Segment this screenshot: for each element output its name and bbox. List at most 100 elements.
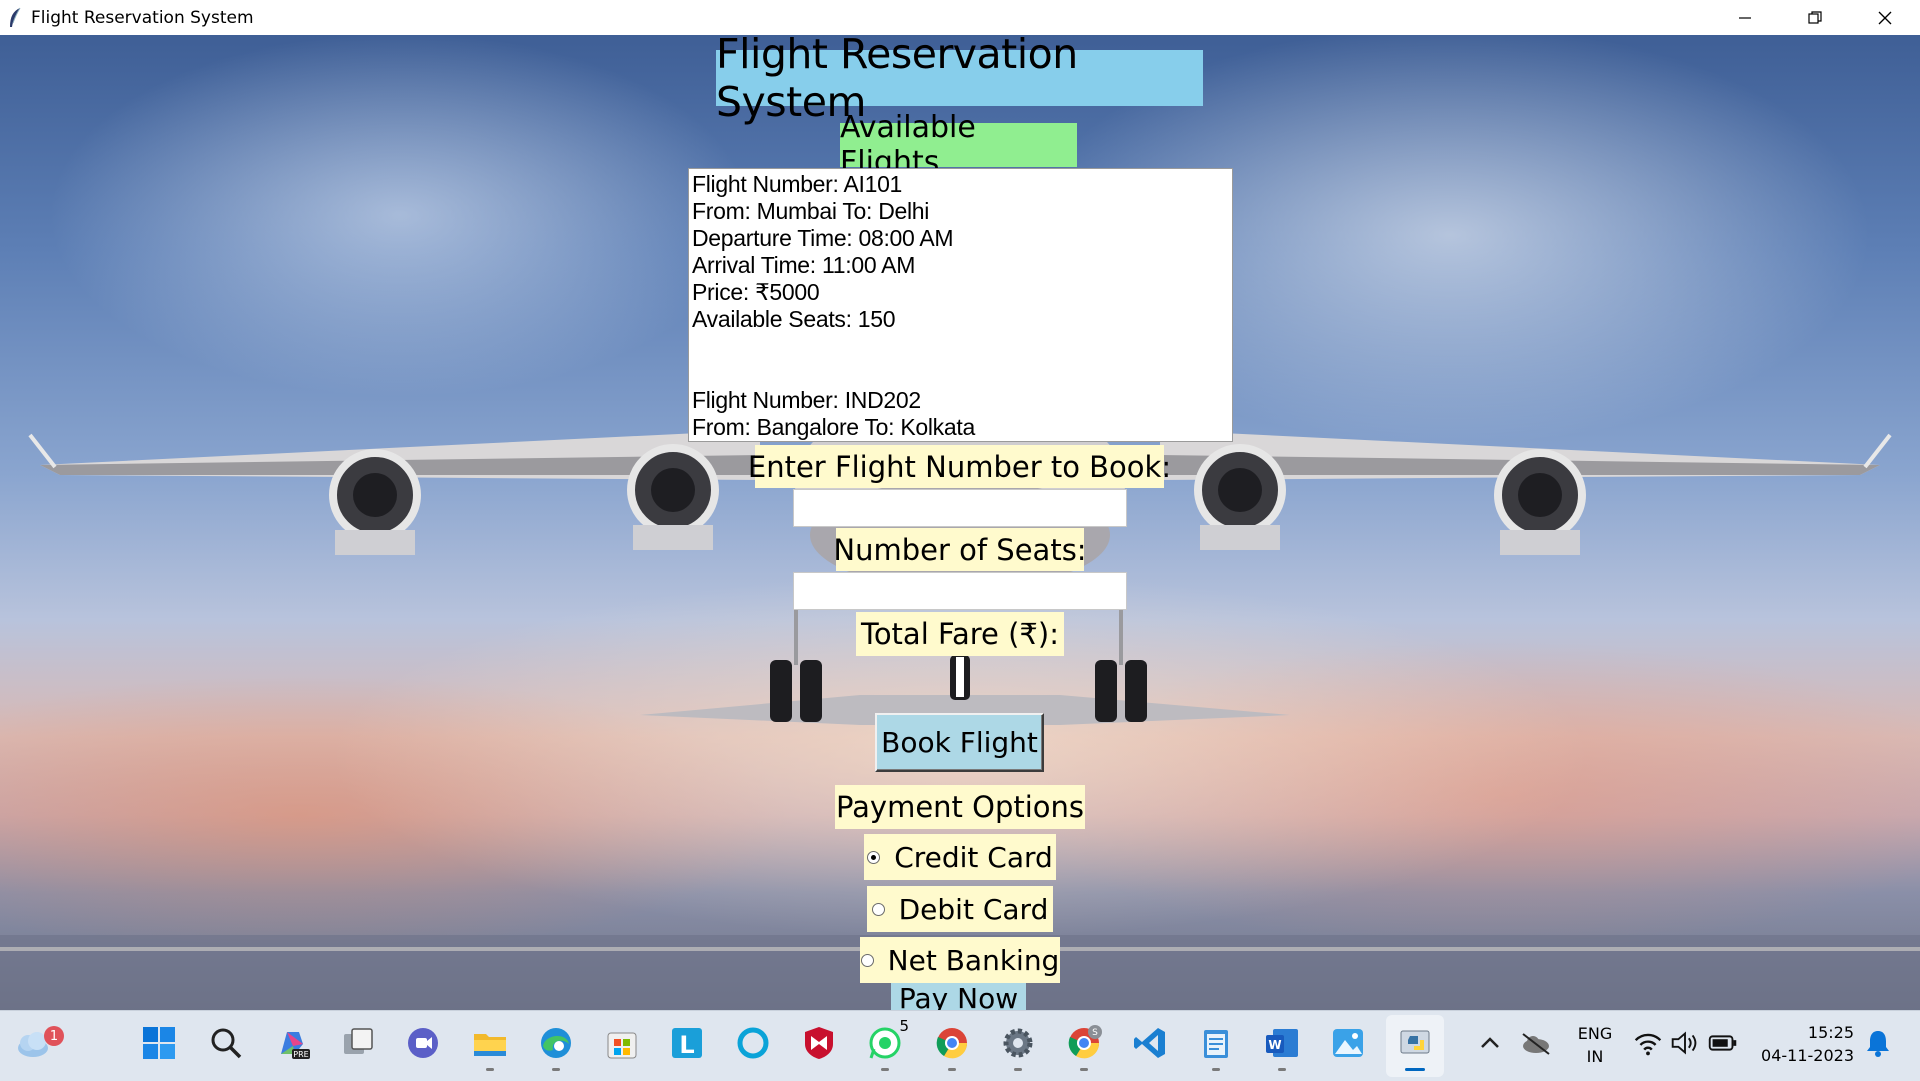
- language-indicator[interactable]: ENG IN: [1573, 1024, 1617, 1066]
- chrome-icon: [936, 1028, 968, 1059]
- show-hidden-icons-button[interactable]: [1470, 1021, 1510, 1065]
- start-button[interactable]: [137, 1021, 181, 1065]
- settings-button[interactable]: [996, 1021, 1040, 1071]
- onedrive-offline-icon: [1522, 1033, 1550, 1055]
- clock-time: 15:25: [1807, 1023, 1854, 1042]
- flight-list-line: Flight Number: IND202: [692, 387, 921, 413]
- launcher-l-icon: L: [672, 1028, 702, 1059]
- teams-chat-button[interactable]: [401, 1021, 445, 1065]
- active-running-indicator: [1405, 1068, 1425, 1071]
- seats-label: Number of Seats:: [833, 528, 1087, 571]
- flight-list-line: Departure Time: 08:00 AM: [692, 225, 954, 251]
- network-button[interactable]: [1630, 1021, 1666, 1065]
- running-indicator: [881, 1068, 889, 1071]
- photos-button[interactable]: [1326, 1021, 1370, 1065]
- radio-credit-card[interactable]: Credit Card: [864, 834, 1056, 880]
- edge-icon: [541, 1028, 571, 1058]
- flight-list-line: Flight Number: AI101: [692, 171, 903, 197]
- minimize-button[interactable]: [1710, 0, 1780, 35]
- close-button[interactable]: [1850, 0, 1920, 35]
- flight-list-line: Price: ₹5000: [692, 279, 820, 305]
- pay-now-button[interactable]: Pay Now: [891, 983, 1026, 1010]
- window-title: Flight Reservation System: [31, 7, 254, 28]
- chrome-profile-button[interactable]: S: [1062, 1021, 1106, 1071]
- region-code: IN: [1586, 1047, 1604, 1066]
- task-view-icon: [344, 1028, 373, 1054]
- search-button[interactable]: [204, 1021, 248, 1065]
- minimize-icon: [1739, 16, 1751, 19]
- radio-indicator: [860, 953, 874, 967]
- launcher-l-button[interactable]: L: [665, 1021, 709, 1065]
- chrome-profile-badge: S: [1092, 1028, 1098, 1038]
- radio-debit-card-label: Debit Card: [898, 892, 1049, 926]
- radio-debit-card[interactable]: Debit Card: [867, 886, 1053, 932]
- radio-net-banking[interactable]: Net Banking: [860, 937, 1060, 983]
- language-code: ENG: [1577, 1024, 1613, 1043]
- seats-input[interactable]: [793, 572, 1127, 610]
- file-explorer-button[interactable]: [468, 1021, 512, 1071]
- whatsapp-badge: 5: [899, 1017, 909, 1035]
- copilot-button[interactable]: PRE: [270, 1021, 314, 1065]
- running-indicator: [948, 1068, 956, 1071]
- flight-number-input[interactable]: [793, 489, 1127, 527]
- microsoft-store-button[interactable]: [600, 1021, 644, 1065]
- notepad-icon: [1204, 1030, 1228, 1058]
- chrome-button[interactable]: [930, 1021, 974, 1071]
- running-indicator: [1080, 1068, 1088, 1071]
- flight-list-textbox[interactable]: Flight Number: AI101 From: Mumbai To: De…: [688, 168, 1233, 442]
- radio-indicator: [871, 902, 885, 916]
- close-icon: [1878, 11, 1892, 24]
- vscode-button[interactable]: [1128, 1021, 1172, 1065]
- whatsapp-button[interactable]: 5: [863, 1017, 909, 1071]
- restore-button[interactable]: [1780, 0, 1850, 35]
- running-indicator: [1278, 1068, 1286, 1071]
- cortana-button[interactable]: [731, 1021, 775, 1065]
- windows-start-icon: [143, 1027, 175, 1059]
- battery-button[interactable]: [1705, 1021, 1741, 1065]
- flight-number-label: Enter Flight Number to Book:: [748, 445, 1171, 488]
- python-icon: [1400, 1030, 1430, 1054]
- flight-list-line: From: Bangalore To: Kolkata: [692, 414, 975, 440]
- chrome-profile-icon: S: [1068, 1025, 1102, 1059]
- svg-text:PRE: PRE: [293, 1050, 308, 1059]
- cortana-icon: [737, 1027, 769, 1059]
- flight-list-line: [692, 360, 1229, 387]
- whatsapp-icon: [869, 1027, 901, 1059]
- book-flight-button[interactable]: Book Flight: [875, 713, 1044, 772]
- weather-widget[interactable]: 1: [10, 1021, 64, 1065]
- teams-chat-icon: [408, 1028, 438, 1058]
- wifi-icon: [1634, 1033, 1662, 1056]
- task-view-button[interactable]: [336, 1021, 380, 1065]
- available-flights-heading: Available Flights: [840, 110, 1077, 180]
- windows-taskbar: 1 PRE L 5 S W ENG IN 15:25 04-11-2023: [0, 1010, 1920, 1081]
- clock-date: 04-11-2023: [1761, 1046, 1854, 1065]
- battery-icon: [1708, 1035, 1737, 1051]
- python-app-button[interactable]: [1393, 1021, 1437, 1071]
- tk-feather-icon: [10, 7, 21, 27]
- svg-text:L: L: [679, 1031, 694, 1059]
- total-fare-label: Total Fare (₹):: [856, 612, 1064, 656]
- search-icon: [211, 1028, 242, 1059]
- edge-button[interactable]: [534, 1021, 578, 1071]
- chevron-up-icon: [1481, 1037, 1499, 1048]
- payment-options-heading: Payment Options: [835, 785, 1085, 829]
- clock[interactable]: 15:25 04-11-2023: [1754, 1023, 1854, 1065]
- mcafee-button[interactable]: [797, 1021, 841, 1065]
- notifications-button[interactable]: [1858, 1021, 1898, 1065]
- flight-list-line: Available Seats: 150: [692, 306, 896, 332]
- flight-list-line: [692, 333, 1229, 360]
- word-button[interactable]: W: [1260, 1021, 1304, 1071]
- notepad-button[interactable]: [1194, 1021, 1238, 1071]
- app-title: Flight Reservation System: [716, 30, 1203, 126]
- weather-badge: 1: [44, 1026, 64, 1046]
- file-explorer-icon: [474, 1034, 506, 1056]
- copilot-icon: PRE: [281, 1032, 310, 1059]
- volume-button[interactable]: [1667, 1021, 1703, 1065]
- onedrive-button[interactable]: [1516, 1021, 1556, 1065]
- radio-selected-indicator: [867, 850, 881, 864]
- running-indicator: [1014, 1068, 1022, 1071]
- radio-net-banking-label: Net Banking: [887, 943, 1060, 977]
- speaker-icon: [1671, 1031, 1697, 1055]
- flight-list-line: Arrival Time: 11:00 AM: [692, 252, 916, 278]
- vscode-icon: [1134, 1028, 1165, 1058]
